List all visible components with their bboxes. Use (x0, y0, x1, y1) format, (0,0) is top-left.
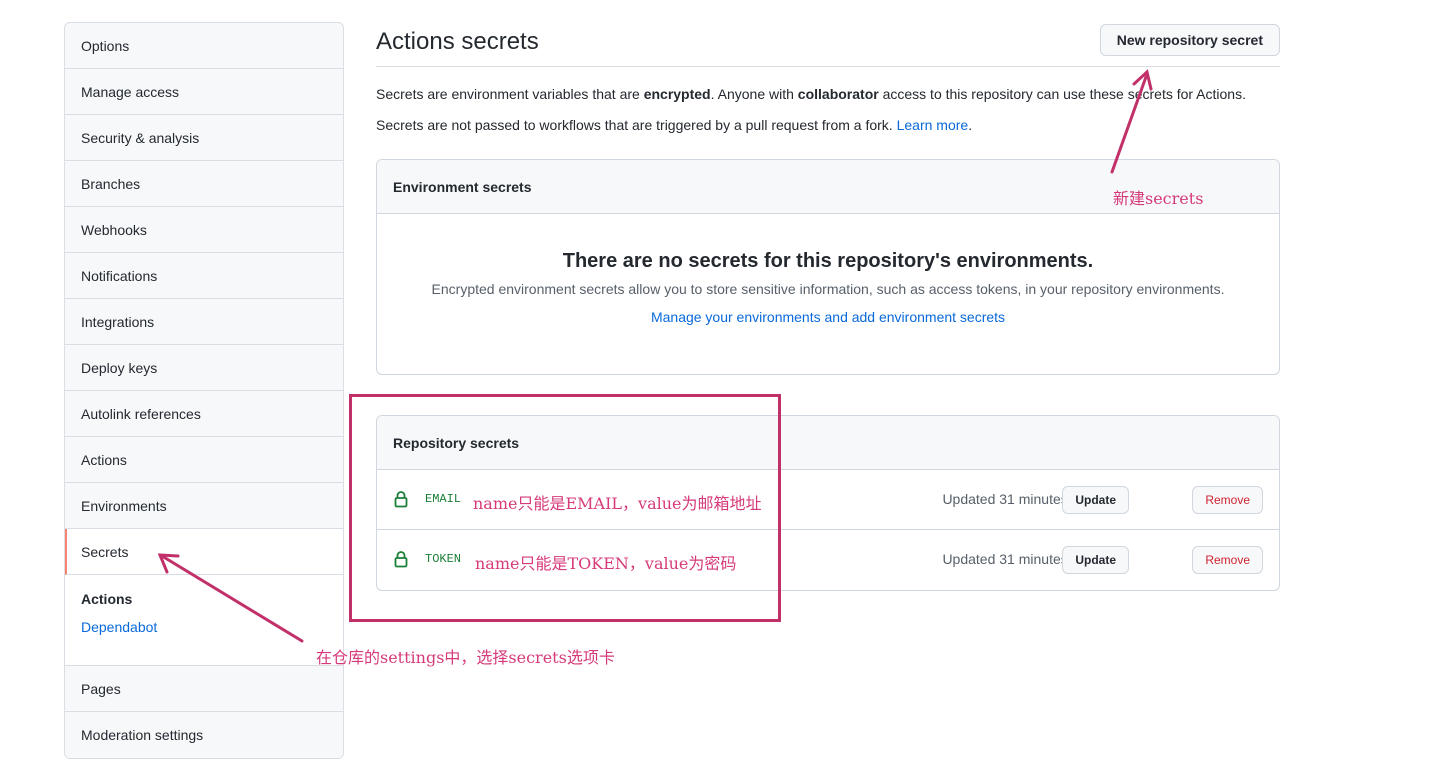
sidebar-subitem-dependabot[interactable]: Dependabot (81, 617, 327, 637)
main-content: Actions secrets New repository secret Se… (376, 22, 1280, 591)
new-repository-secret-button[interactable]: New repository secret (1099, 24, 1280, 56)
desc-bold-encrypted: encrypted (643, 86, 711, 102)
desc-text: access to this repository can use these … (878, 86, 1246, 102)
secrets-subsection: Actions Dependabot (65, 575, 343, 666)
desc-text: Secrets are not passed to workflows that… (376, 117, 897, 133)
learn-more-link[interactable]: Learn more (897, 117, 969, 133)
blankslate-title: There are no secrets for this repository… (562, 250, 1094, 272)
remove-secret-button[interactable]: Remove (1192, 486, 1263, 514)
sidebar-item-secrets[interactable]: Secrets (65, 529, 343, 575)
page-header: Actions secrets New repository secret (376, 22, 1280, 67)
sidebar-item-notifications[interactable]: Notifications (65, 253, 343, 299)
remove-secret-button[interactable]: Remove (1192, 546, 1263, 574)
sidebar-item-manage-access[interactable]: Manage access (65, 69, 343, 115)
sidebar-item-integrations[interactable]: Integrations (65, 299, 343, 345)
annotation-token-note: name只能是TOKEN，value为密码 (475, 554, 737, 573)
sidebar-item-webhooks[interactable]: Webhooks (65, 207, 343, 253)
sidebar-item-actions[interactable]: Actions (65, 437, 343, 483)
sidebar-item-branches[interactable]: Branches (65, 161, 343, 207)
desc-text: . Anyone with (710, 86, 798, 102)
sidebar-subitem-actions[interactable]: Actions (81, 581, 327, 617)
blankslate-description: Encrypted environment secrets allow you … (431, 281, 1225, 297)
settings-sidebar: Options Manage access Security & analysi… (64, 22, 344, 759)
update-secret-button[interactable]: Update (1062, 546, 1129, 574)
secrets-description: Secrets are environment variables that a… (376, 84, 1246, 104)
fork-description: Secrets are not passed to workflows that… (376, 115, 972, 135)
annotation-settings-note: 在仓库的settings中，选择secrets选项卡 (316, 648, 615, 667)
annotation-email-note: name只能是EMAIL，value为邮箱地址 (473, 494, 762, 513)
sidebar-item-options[interactable]: Options (65, 23, 343, 69)
sidebar-item-moderation-settings[interactable]: Moderation settings (65, 712, 343, 758)
sidebar-item-security-analysis[interactable]: Security & analysis (65, 115, 343, 161)
update-secret-button[interactable]: Update (1062, 486, 1129, 514)
sidebar-item-autolink-references[interactable]: Autolink references (65, 391, 343, 437)
manage-environments-link[interactable]: Manage your environments and add environ… (377, 309, 1279, 325)
desc-text: . (968, 117, 973, 133)
desc-text: Secrets are environment variables that a… (376, 86, 644, 102)
page-title: Actions secrets (376, 28, 539, 55)
annotation-new-secret: 新建secrets (1113, 189, 1204, 208)
sidebar-item-environments[interactable]: Environments (65, 483, 343, 529)
sidebar-item-deploy-keys[interactable]: Deploy keys (65, 345, 343, 391)
sidebar-item-pages[interactable]: Pages (65, 666, 343, 712)
desc-bold-collaborator: collaborator (797, 86, 879, 102)
